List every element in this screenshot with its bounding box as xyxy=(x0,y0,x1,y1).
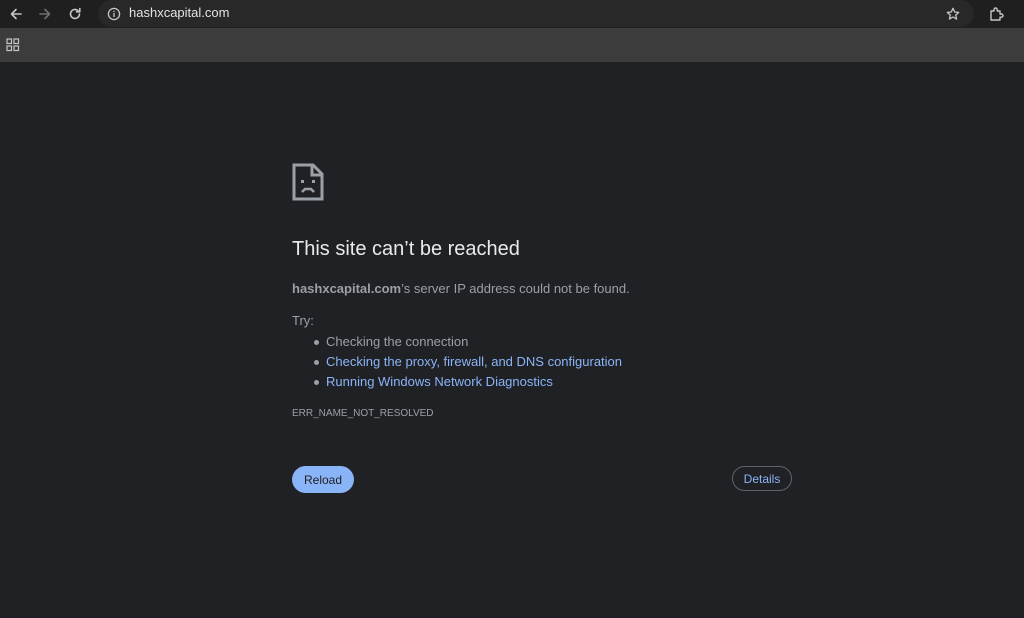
arrow-left-icon xyxy=(10,8,22,20)
star-icon xyxy=(946,7,959,20)
suggestions-list: Checking the connection Checking the pro… xyxy=(292,332,622,392)
suggestion-check-connection: Checking the connection xyxy=(292,332,622,352)
suggestion-network-diagnostics-link[interactable]: Running Windows Network Diagnostics xyxy=(326,374,553,389)
back-button[interactable] xyxy=(4,2,28,26)
error-headline: This site can’t be reached xyxy=(292,238,520,260)
puzzle-icon xyxy=(990,7,1004,21)
details-button[interactable]: Details xyxy=(732,466,792,491)
error-host: hashxcapital.com xyxy=(292,281,402,296)
try-label: Try: xyxy=(292,313,314,328)
arrow-right-icon xyxy=(39,8,51,20)
reload-page-button[interactable]: Reload xyxy=(292,466,354,493)
error-page: This site can’t be reached hashxcapital.… xyxy=(0,62,1024,618)
browser-toolbar: hashxcapital.com xyxy=(0,0,1024,28)
apps-button[interactable] xyxy=(5,37,21,53)
bookmark-star-button[interactable] xyxy=(943,4,962,23)
error-message: hashxcapital.com’s server IP address cou… xyxy=(292,281,630,296)
reload-button[interactable] xyxy=(63,2,87,26)
bookmarks-bar xyxy=(0,28,1024,62)
error-message-suffix: ’s server IP address could not be found. xyxy=(401,281,630,296)
sad-file-icon xyxy=(292,163,324,201)
suggestion-item: Checking the proxy, firewall, and DNS co… xyxy=(292,352,622,372)
suggestion-item: Running Windows Network Diagnostics xyxy=(292,372,622,392)
suggestion-check-proxy-link[interactable]: Checking the proxy, firewall, and DNS co… xyxy=(326,354,622,369)
forward-button[interactable] xyxy=(33,2,57,26)
reload-icon xyxy=(69,7,81,20)
address-bar[interactable]: hashxcapital.com xyxy=(98,0,974,27)
site-info-button[interactable] xyxy=(104,4,123,23)
url-text[interactable]: hashxcapital.com xyxy=(129,5,229,20)
info-icon xyxy=(107,7,120,20)
extensions-button[interactable] xyxy=(984,2,1008,26)
apps-grid-icon xyxy=(6,38,20,52)
error-code: ERR_NAME_NOT_RESOLVED xyxy=(292,408,434,419)
